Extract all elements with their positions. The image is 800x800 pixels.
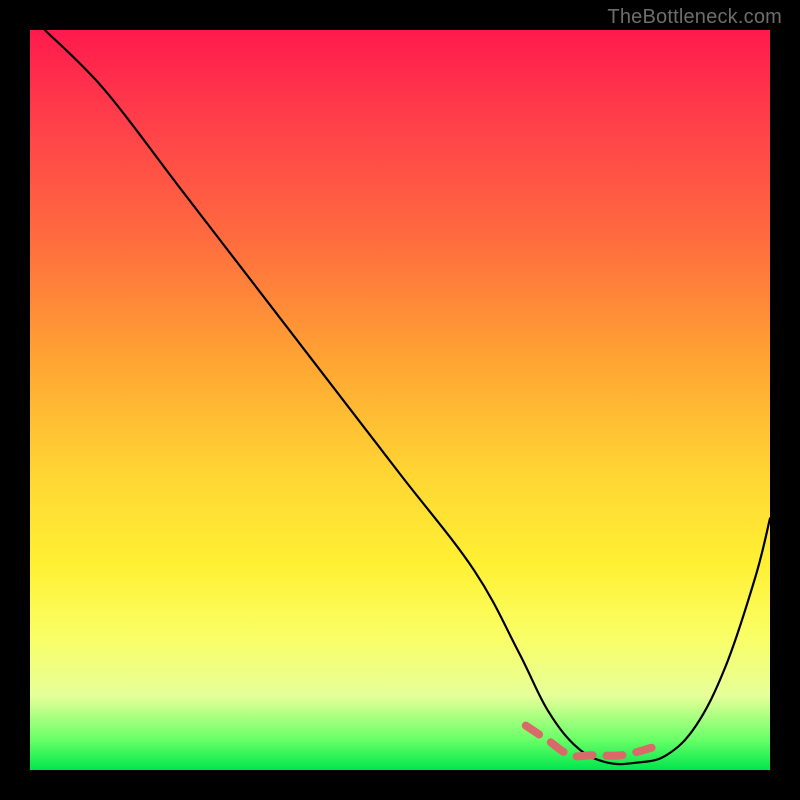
watermark-text: TheBottleneck.com [607,6,782,29]
plot-area [30,30,770,770]
optimal-range-marker [526,726,652,757]
bottleneck-curve [45,30,770,764]
chart-svg [30,30,770,770]
chart-frame: TheBottleneck.com [0,0,800,800]
